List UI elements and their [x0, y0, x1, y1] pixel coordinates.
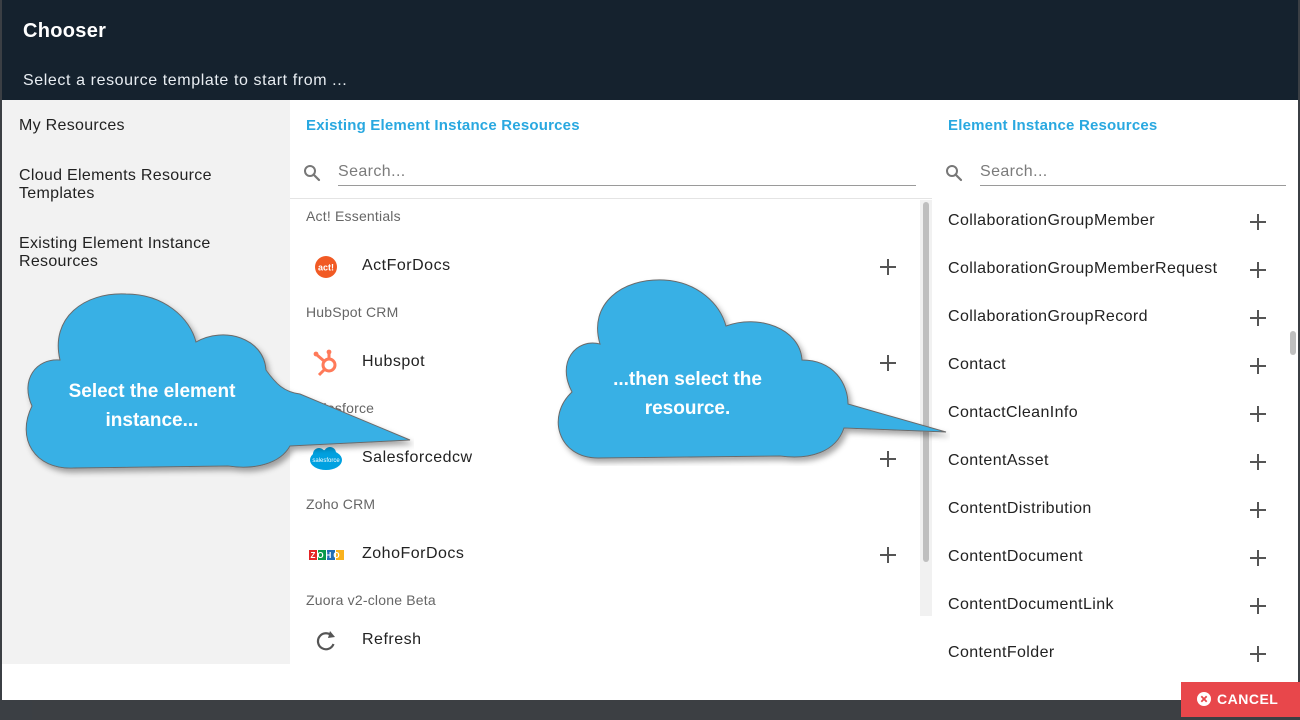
resource-label: CollaborationGroupMemberRequest	[948, 260, 1218, 277]
cancel-label: CANCEL	[1217, 691, 1279, 707]
search-icon	[304, 165, 321, 182]
resource-label: ContentDocument	[948, 548, 1083, 565]
add-icon[interactable]	[1250, 406, 1266, 422]
resource-row[interactable]: ContentAsset	[932, 438, 1272, 486]
add-icon[interactable]	[1250, 310, 1266, 326]
dialog-header: Chooser Select a resource template to st…	[2, 0, 1298, 100]
sidebar-item-cloud-elements-templates[interactable]: Cloud Elements Resource Templates	[19, 167, 269, 203]
dialog-footer	[2, 664, 1298, 700]
resource-row[interactable]: ContentDocumentLink	[932, 582, 1272, 630]
act-logo-icon: act!	[315, 256, 337, 278]
resource-row[interactable]: ContentDistribution	[932, 486, 1272, 534]
dialog-title: Chooser	[23, 20, 107, 42]
add-icon[interactable]	[1250, 646, 1266, 662]
add-icon[interactable]	[880, 547, 896, 563]
resources-panel: Element Instance Resources Collaboration…	[932, 100, 1298, 664]
instance-label: ActForDocs	[362, 257, 451, 274]
instances-panel-title: Existing Element Instance Resources	[306, 117, 580, 134]
resource-label: ContentDistribution	[948, 500, 1092, 517]
svg-text:act!: act!	[318, 263, 334, 273]
resource-row[interactable]: CollaborationGroupRecord	[932, 294, 1272, 342]
group-label-zoho: Zoho CRM	[306, 496, 376, 512]
svg-text:ZOHO: ZOHO	[310, 551, 341, 560]
add-icon[interactable]	[1250, 502, 1266, 518]
instance-label: ZohoForDocs	[362, 545, 465, 562]
resources-search-input[interactable]	[980, 163, 1286, 186]
resource-label: ContactCleanInfo	[948, 404, 1079, 421]
modal-backdrop	[32, 700, 1300, 720]
add-icon[interactable]	[1250, 358, 1266, 374]
resource-label: CollaborationGroupMember	[948, 212, 1156, 229]
search-icon	[946, 165, 963, 182]
add-icon[interactable]	[1250, 550, 1266, 566]
instance-label: Refresh	[362, 631, 422, 648]
callout-text-left: Select the element instance...	[68, 381, 236, 431]
add-icon[interactable]	[1250, 454, 1266, 470]
callout-text-right: ...then select the resource.	[613, 369, 762, 419]
resource-row[interactable]: CollaborationGroupMemberRequest	[932, 246, 1272, 294]
resource-row[interactable]: ContentDocument	[932, 534, 1272, 582]
refresh-icon	[316, 631, 335, 651]
add-icon[interactable]	[880, 259, 896, 275]
scrollbar-thumb[interactable]	[1290, 331, 1296, 355]
resource-label: Contact	[948, 356, 1006, 373]
resources-panel-title: Element Instance Resources	[948, 117, 1158, 134]
group-label-zuora: Zuora v2-clone Beta	[306, 592, 436, 608]
instance-row-refresh[interactable]: Refresh	[290, 617, 918, 665]
zoho-logo-icon: ZOHO	[309, 550, 344, 560]
resource-label: ContentAsset	[948, 452, 1049, 469]
instances-search-input[interactable]	[338, 163, 916, 186]
sidebar-item-my-resources[interactable]: My Resources	[19, 117, 269, 135]
dialog-subtitle: Select a resource template to start from…	[23, 72, 348, 89]
panel-divider	[290, 198, 932, 199]
resource-label: ContentFolder	[948, 644, 1055, 661]
resource-label: CollaborationGroupRecord	[948, 308, 1148, 325]
add-icon[interactable]	[1250, 598, 1266, 614]
resource-row[interactable]: Contact	[932, 342, 1272, 390]
resource-row[interactable]: CollaborationGroupMember	[932, 198, 1272, 246]
cancel-button[interactable]: CANCEL	[1181, 682, 1300, 717]
resources-scrollbar[interactable]	[1286, 200, 1298, 664]
resource-row[interactable]: ContactCleanInfo	[932, 390, 1272, 438]
add-icon[interactable]	[1250, 262, 1266, 278]
group-label-act: Act! Essentials	[306, 208, 401, 224]
resource-label: ContentDocumentLink	[948, 596, 1114, 613]
instance-row-zohofordocs[interactable]: ZOHO ZohoForDocs	[290, 531, 918, 579]
sidebar-item-existing-instance-resources[interactable]: Existing Element Instance Resources	[19, 235, 269, 271]
add-icon[interactable]	[1250, 214, 1266, 230]
close-icon	[1197, 692, 1211, 706]
